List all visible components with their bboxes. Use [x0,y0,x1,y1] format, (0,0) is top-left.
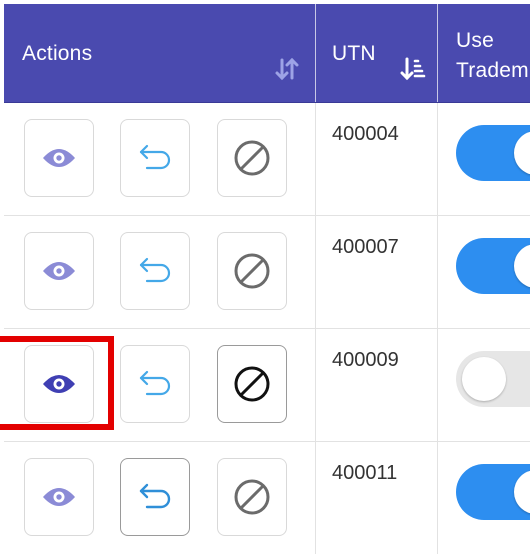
block-button[interactable] [217,458,287,536]
toggle-knob [514,131,530,175]
undo-button[interactable] [120,232,190,310]
use-trademark-cell [438,329,530,441]
utn-value: 400007 [332,236,399,258]
undo-button[interactable] [120,458,190,536]
sort-updown-icon[interactable] [274,56,300,82]
block-button[interactable] [217,345,287,423]
actions-cell [4,103,316,215]
eye-icon [43,488,75,506]
eye-icon [43,262,75,280]
records-table: Actions UTN Use Tradem 400004 400007 400… [4,4,530,554]
view-button[interactable] [24,458,94,536]
utn-cell: 400007 [316,216,438,328]
table-row: 400011 [4,442,530,554]
table-row: 400004 [4,103,530,216]
table-header: Actions UTN Use Tradem [4,4,530,103]
block-button[interactable] [217,232,287,310]
header-actions-label: Actions [22,42,93,65]
header-use-trademark-label: Use Tradem [456,29,529,82]
toggle-knob [514,244,530,288]
header-actions: Actions [4,4,316,102]
utn-cell: 400011 [316,442,438,554]
undo-arrow-icon [139,144,171,170]
highlight-box [0,336,114,430]
block-icon [234,253,270,289]
view-button[interactable] [24,119,94,197]
use-trademark-toggle[interactable] [456,238,530,294]
view-button[interactable] [24,232,94,310]
undo-button[interactable] [120,345,190,423]
header-use-trademark[interactable]: Use Tradem [438,4,530,102]
block-icon [234,479,270,515]
block-icon [234,366,270,402]
sort-descending-icon[interactable] [400,56,426,82]
toggle-knob [462,357,506,401]
actions-cell [4,442,316,554]
utn-value: 400011 [332,462,398,484]
eye-icon [43,149,75,167]
undo-arrow-icon [139,370,171,396]
table-row: 400007 [4,216,530,329]
block-icon [234,140,270,176]
toggle-knob [514,470,530,514]
actions-cell [4,216,316,328]
use-trademark-cell [438,103,530,215]
utn-value: 400009 [332,349,399,371]
header-utn[interactable]: UTN [316,4,438,102]
block-button[interactable] [217,119,287,197]
use-trademark-cell [438,216,530,328]
use-trademark-toggle[interactable] [456,464,530,520]
use-trademark-cell [438,442,530,554]
undo-arrow-icon [139,483,171,509]
use-trademark-toggle[interactable] [456,351,530,407]
undo-arrow-icon [139,257,171,283]
utn-value: 400004 [332,123,399,145]
use-trademark-toggle[interactable] [456,125,530,181]
utn-cell: 400004 [316,103,438,215]
header-utn-label: UTN [332,42,376,65]
utn-cell: 400009 [316,329,438,441]
undo-button[interactable] [120,119,190,197]
